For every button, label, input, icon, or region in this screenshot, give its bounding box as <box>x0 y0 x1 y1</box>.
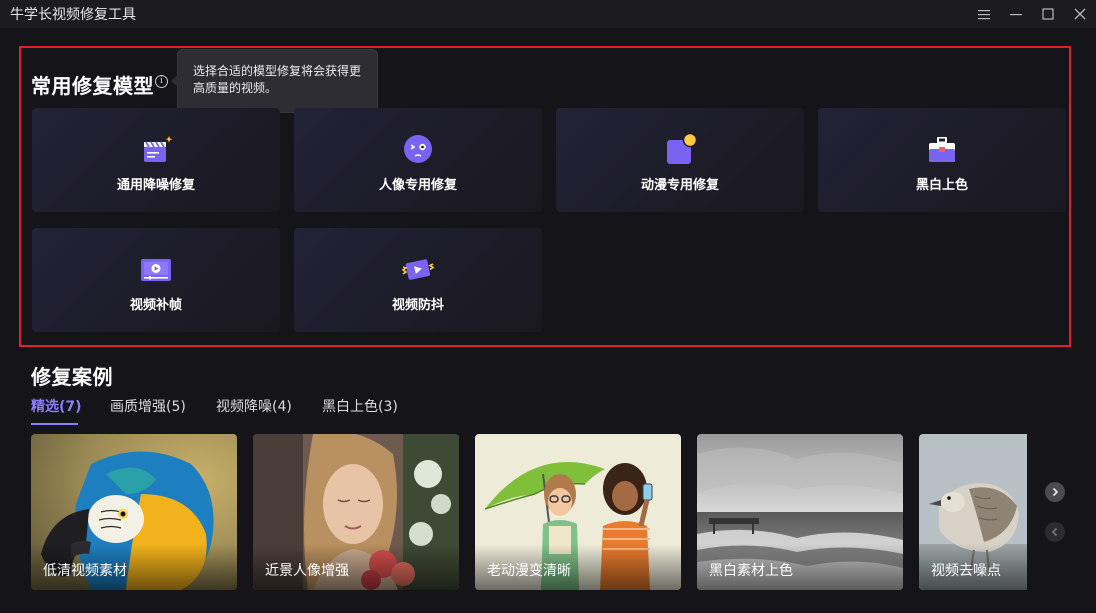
maximize-icon[interactable] <box>1032 0 1064 28</box>
model-card-stabilize[interactable]: 视频防抖 <box>294 228 542 332</box>
minimize-icon[interactable] <box>1000 0 1032 28</box>
case-card-low-res[interactable]: 低清视频素材 <box>31 434 237 590</box>
tab-featured[interactable]: 精选(7) <box>31 396 82 416</box>
case-card-colorize[interactable]: 黑白素材上色 <box>697 434 903 590</box>
case-caption: 低清视频素材 <box>43 563 127 579</box>
case-card-portrait[interactable]: 近景人像增强 <box>253 434 459 590</box>
info-icon[interactable]: i <box>155 75 168 88</box>
model-card-colorize[interactable]: 黑白上色 <box>818 108 1066 212</box>
carousel-prev-button[interactable] <box>1045 522 1065 542</box>
chevron-right-icon <box>1052 487 1059 497</box>
case-caption: 近景人像增强 <box>265 563 349 579</box>
model-card-label: 动漫专用修复 <box>640 178 719 193</box>
case-caption: 黑白素材上色 <box>709 563 793 579</box>
case-caption: 老动漫变清晰 <box>487 563 571 579</box>
tab-colorize[interactable]: 黑白上色(3) <box>322 396 398 416</box>
stabilize-icon <box>401 259 435 280</box>
case-card-anime[interactable]: 老动漫变清晰 <box>475 434 681 590</box>
model-card-frame-interpolation[interactable]: 视频补帧 <box>32 228 280 332</box>
close-icon[interactable] <box>1064 0 1096 28</box>
title-bar: 牛学长视频修复工具 <box>0 0 1096 28</box>
model-card-denoise[interactable]: 通用降噪修复 <box>32 108 280 212</box>
model-card-label: 黑白上色 <box>915 178 968 193</box>
cases-section-title: 修复案例 <box>31 365 113 389</box>
model-card-label: 视频补帧 <box>129 298 182 313</box>
app-title: 牛学长视频修复工具 <box>10 7 136 23</box>
paint-bucket-icon <box>929 137 955 162</box>
model-card-label: 通用降噪修复 <box>116 178 195 193</box>
models-section-title: 常用修复模型 <box>31 74 154 98</box>
window-controls <box>968 0 1096 28</box>
model-card-anime[interactable]: 动漫专用修复 <box>556 108 804 212</box>
model-card-portrait[interactable]: 人像专用修复 <box>294 108 542 212</box>
model-card-label: 视频防抖 <box>391 298 444 313</box>
tab-quality-enhance[interactable]: 画质增强(5) <box>110 396 186 416</box>
info-tooltip: 选择合适的模型修复将会获得更高质量的视频。 <box>171 49 378 113</box>
active-tab-indicator <box>31 423 78 425</box>
tab-video-denoise[interactable]: 视频降噪(4) <box>216 396 292 416</box>
cases-carousel: 低清视频素材 近景人像增强 老动漫变清晰 黑白素材上色 视频去噪点 <box>31 434 1027 590</box>
chevron-left-icon <box>1051 527 1058 537</box>
clapperboard-icon <box>144 136 173 162</box>
case-card-denoise[interactable]: 视频去噪点 <box>919 434 1027 590</box>
model-card-label: 人像专用修复 <box>378 178 457 193</box>
face-icon <box>404 135 432 163</box>
video-frame-icon <box>141 259 171 281</box>
menu-icon[interactable] <box>968 0 1000 28</box>
anime-icon <box>667 134 698 164</box>
carousel-next-button[interactable] <box>1045 482 1065 502</box>
case-caption: 视频去噪点 <box>931 563 1001 579</box>
